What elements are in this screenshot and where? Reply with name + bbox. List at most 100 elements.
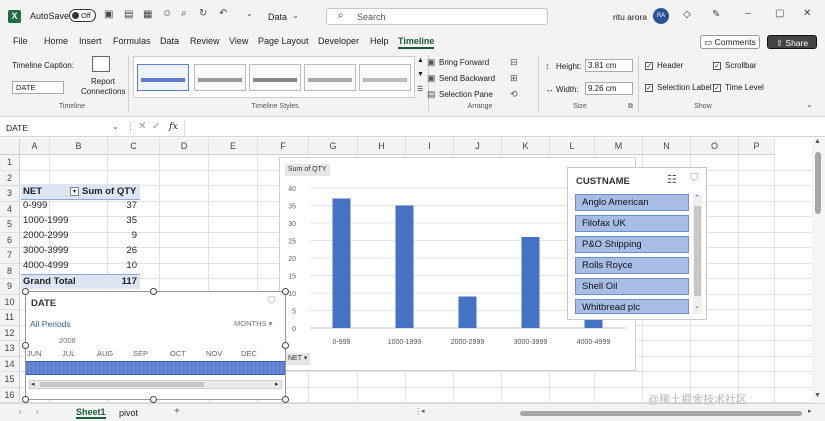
width-input[interactable]: 9.26 cm [585, 82, 633, 95]
row-header[interactable]: 16 [0, 387, 20, 403]
tab-timeline[interactable]: Timeline [398, 36, 435, 49]
tab-review[interactable]: Review [190, 36, 220, 46]
slicer-scroll-down-icon[interactable]: ⌄ [694, 302, 700, 310]
row-header[interactable]: 4 [0, 201, 20, 217]
chart-bar[interactable] [395, 205, 414, 329]
timeline-style-3[interactable] [249, 64, 301, 91]
row-header[interactable]: 11 [0, 310, 20, 326]
maximize-icon[interactable]: ▢ [775, 8, 784, 19]
row-header[interactable]: 8 [0, 263, 20, 279]
lookup-icon[interactable]: ⌕ [181, 8, 187, 19]
chart-bar[interactable] [332, 198, 351, 329]
slicer-scroll-up-icon[interactable]: ⌃ [694, 194, 700, 202]
column-header[interactable]: A [20, 138, 50, 155]
comments-button[interactable]: ▭ Comments [700, 35, 760, 49]
pivot-row-value[interactable]: 26 [80, 245, 137, 256]
pivot-row-label[interactable]: 0-999 [23, 200, 47, 211]
timeline-month[interactable]: OCT [170, 349, 186, 358]
save-icon[interactable]: ▣ [104, 9, 113, 20]
row-header[interactable]: 12 [0, 325, 20, 341]
pivot-row-value[interactable]: 35 [80, 215, 137, 226]
row-header[interactable]: 14 [0, 356, 20, 372]
scroll-up-icon[interactable]: ▲ [814, 138, 821, 145]
autosave-toggle[interactable]: Off [69, 9, 96, 22]
row-header[interactable]: 1 [0, 155, 20, 171]
gallery-scroll-up-icon[interactable]: ▲ [417, 57, 424, 64]
size-dialog-launcher-icon[interactable]: ⧉ [628, 103, 633, 111]
next-sheet-icon[interactable]: › [36, 407, 39, 416]
vertical-scrollbar[interactable]: ▲ ▼ [812, 138, 825, 403]
pivot-header-net[interactable]: NET [23, 186, 42, 197]
slicer-item[interactable]: Anglo American [575, 194, 689, 211]
row-header[interactable]: 9 [0, 279, 20, 295]
timeline-styles-gallery[interactable] [133, 56, 415, 98]
sheet-tab-pivot[interactable]: pivot [119, 408, 138, 418]
horizontal-scroll-thumb[interactable] [520, 411, 802, 416]
timeline-period-bar[interactable] [26, 361, 285, 375]
column-header[interactable]: M [595, 138, 643, 155]
show-selection-label-checkbox[interactable]: ✓ [645, 84, 653, 92]
show-scrollbar-checkbox[interactable]: ✓ [713, 62, 721, 70]
resize-handle[interactable] [282, 396, 289, 403]
sheet-tab-sheet1[interactable]: Sheet1 [76, 407, 106, 419]
row-header[interactable]: 15 [0, 372, 20, 388]
chart-bar[interactable] [521, 237, 540, 328]
show-header-checkbox[interactable]: ✓ [645, 62, 653, 70]
timeline-style-4[interactable] [304, 64, 356, 91]
row-header[interactable]: 7 [0, 248, 20, 264]
pivot-row-value[interactable]: 10 [80, 260, 137, 271]
timeline-scroll-thumb[interactable] [40, 382, 204, 387]
pivot-row-label[interactable]: 2000-2999 [23, 230, 68, 241]
column-header[interactable]: J [454, 138, 502, 155]
row-header[interactable]: 3 [0, 186, 20, 202]
workbook-name[interactable]: Data [268, 12, 287, 22]
slicer-item[interactable]: P&O Shipping [575, 236, 689, 253]
timeline-style-1[interactable] [137, 64, 189, 91]
group-icon[interactable]: ⊞ [510, 73, 518, 84]
slicer-item[interactable]: Whitbread plc [575, 299, 689, 314]
gallery-more-icon[interactable]: ☰ [417, 85, 423, 93]
align-icon[interactable]: ⊟ [510, 57, 518, 68]
column-header[interactable]: K [502, 138, 550, 155]
report-connections-label-2[interactable]: Connections [81, 87, 125, 96]
resize-handle[interactable] [150, 288, 157, 295]
tab-insert[interactable]: Insert [79, 36, 102, 46]
resize-handle[interactable] [22, 396, 29, 403]
qat-more-icon[interactable]: ⌄ [246, 9, 253, 18]
tab-developer[interactable]: Developer [318, 36, 359, 46]
resize-handle[interactable] [282, 288, 289, 295]
pivot-total-value[interactable]: 117 [80, 276, 137, 287]
table-icon[interactable]: ▦ [143, 9, 152, 20]
timeline-month[interactable]: NOV [206, 349, 222, 358]
add-sheet-icon[interactable]: + [174, 406, 180, 417]
slicer-item[interactable]: Filofax UK [575, 215, 689, 232]
minimize-icon[interactable]: – [745, 8, 751, 19]
select-all-corner[interactable] [0, 138, 20, 155]
insert-function-icon[interactable]: fx [169, 121, 178, 132]
tab-file[interactable]: File [13, 36, 28, 46]
column-header[interactable]: I [406, 138, 454, 155]
name-box-dropdown-icon[interactable]: ⌄ [112, 122, 119, 131]
clear-filter-icon[interactable]: ⛉ [690, 172, 698, 185]
timeline-scroll-right-icon[interactable]: ▸ [275, 380, 279, 388]
column-header[interactable]: F [258, 138, 309, 155]
rotate-icon[interactable]: ⟲ [510, 89, 518, 100]
column-header[interactable]: D [160, 138, 209, 155]
search-box[interactable]: ⌕ Search [326, 8, 548, 25]
close-icon[interactable]: ✕ [803, 8, 811, 19]
timeline-level-selector[interactable]: MONTHS ▾ [234, 319, 272, 328]
vertical-scroll-thumb[interactable] [815, 152, 821, 214]
tab-view[interactable]: View [229, 36, 248, 46]
cancel-icon[interactable]: ✕ [138, 121, 146, 132]
avatar[interactable]: RA [653, 8, 669, 24]
pivot-header-sum[interactable]: Sum of QTY [82, 186, 136, 197]
column-header[interactable]: G [309, 138, 358, 155]
timeline-month[interactable]: DEC [241, 349, 257, 358]
tab-help[interactable]: Help [370, 36, 389, 46]
undo-icon[interactable]: ↶ [219, 8, 227, 19]
prev-sheet-icon[interactable]: ‹ [19, 407, 22, 416]
bring-forward-button[interactable]: Bring Forward [439, 58, 489, 67]
timeline-caption-input[interactable]: DATE [12, 81, 64, 94]
row-header[interactable]: 10 [0, 294, 20, 310]
smiley-icon[interactable]: ☺ [162, 8, 172, 19]
